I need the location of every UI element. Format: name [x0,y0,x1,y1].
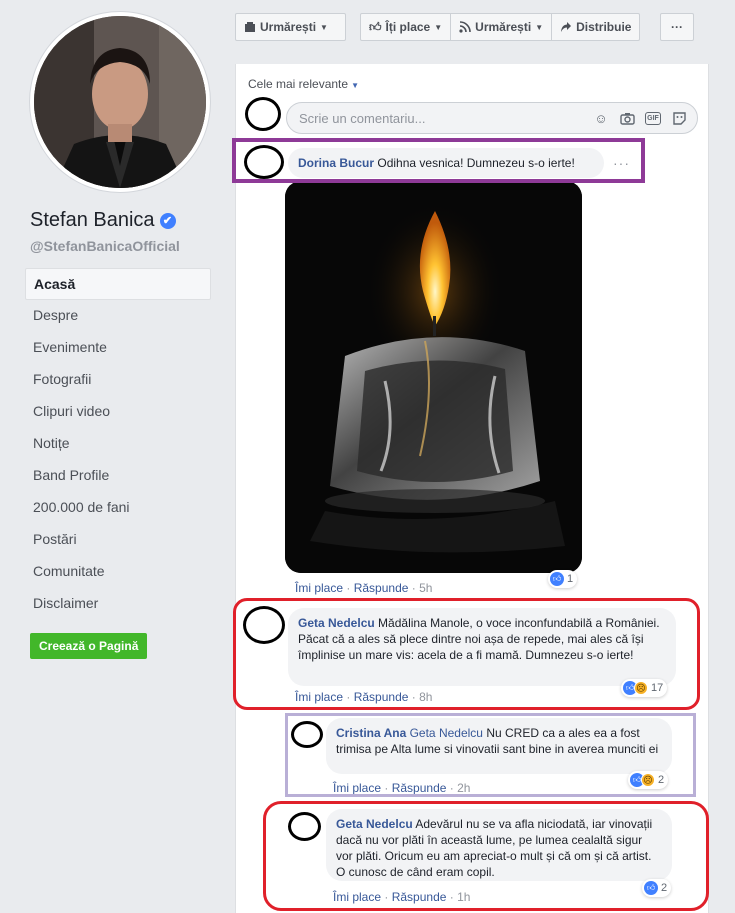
follow-feed-button[interactable]: Urmărești ▼ [451,14,553,40]
sidebar-item-clipuri-video[interactable]: Clipuri video [25,396,211,428]
sidebar-item-disclaimer[interactable]: Disclaimer [25,588,211,620]
chevron-down-icon: ▼ [535,22,544,32]
page-handle[interactable]: @StefanBanicaOfficial [30,238,180,254]
comment-sort-dropdown[interactable]: Cele mai relevante ▼ [248,77,359,91]
reaction-count[interactable]: 👍︎ 2 [642,879,672,897]
sidebar-item-notite[interactable]: Notițe [25,428,211,460]
comment-actions: Îmi place · Răspunde · 1h [333,890,471,904]
camera-icon[interactable] [619,110,635,126]
rss-icon [459,21,471,33]
verified-badge-icon: ✔ [159,212,176,229]
page-name[interactable]: Stefan Banica [30,209,155,232]
commenter-avatar[interactable] [291,721,323,748]
sidebar-nav: Acasă Despre Evenimente Fotografii Clipu… [25,268,211,620]
comment-actions: Îmi place · Răspunde · 5h [295,581,433,595]
follow-button[interactable]: Urmărești ▼ [235,13,346,41]
sidebar-item-fotografii[interactable]: Fotografii [25,364,211,396]
comment-text: Odihna vesnica! Dumnezeu s-o ierte! [377,156,575,170]
reaction-number: 2 [661,882,668,894]
like-page-button[interactable]: 👍︎ Îți place ▼ [361,14,452,40]
reaction-number: 2 [658,774,665,786]
sidebar-item-band-profile[interactable]: Band Profile [25,460,211,492]
reaction-number: 1 [567,573,574,585]
comment-placeholder: Scrie un comentariu... [299,110,426,126]
like-comment-link[interactable]: Îmi place [333,890,381,904]
comment-author[interactable]: Geta Nedelcu [298,616,375,630]
like-reaction-icon: 👍︎ [644,881,658,895]
comment-author[interactable]: Cristina Ana [336,726,406,740]
reaction-number: 17 [651,682,664,694]
chevron-down-icon: ▼ [351,81,359,90]
comment-bubble: Dorina Bucur Odihna vesnica! Dumnezeu s-… [288,148,604,178]
sidebar-item-evenimente[interactable]: Evenimente [25,332,211,364]
gif-icon[interactable]: GIF [645,110,661,126]
reaction-count[interactable]: 👍︎ ☹ 2 [628,771,669,789]
follow-icon [245,22,255,32]
share-label: Distribuie [576,20,632,34]
like-label: Îți place [385,20,431,34]
sidebar-item-acasa[interactable]: Acasă [25,268,211,300]
commenter-avatar[interactable] [244,145,284,179]
reply-link[interactable]: Răspunde [392,781,447,795]
like-comment-link[interactable]: Îmi place [295,690,343,704]
chevron-down-icon: ▼ [320,22,328,32]
comment-timestamp[interactable]: 5h [419,581,432,595]
reaction-count[interactable]: 👍︎ 1 [548,570,578,588]
sidebar-item-fani[interactable]: 200.000 de fani [25,492,211,524]
emoji-icon[interactable]: ☺ [593,110,609,126]
profile-picture[interactable] [30,12,210,192]
comment-image-candle[interactable] [285,181,582,573]
commenter-avatar[interactable] [243,606,285,644]
current-user-avatar[interactable] [245,97,281,131]
comment-input[interactable]: Scrie un comentariu... ☺ GIF [286,102,698,134]
sidebar-item-postari[interactable]: Postări [25,524,211,556]
reply-link[interactable]: Răspunde [354,581,409,595]
sad-reaction-icon: ☹ [634,681,648,695]
sticker-icon[interactable] [671,110,687,126]
thumbs-up-icon: 👍︎ [369,19,382,34]
page-title[interactable]: Stefan Banica ✔ [30,209,176,232]
follow-feed-label: Urmărești [475,20,532,34]
left-column: Stefan Banica ✔ @StefanBanicaOfficial Ac… [0,0,222,913]
create-page-button[interactable]: Creează o Pagină [30,633,148,659]
comment-timestamp[interactable]: 2h [457,781,470,795]
reply-bubble: Cristina Ana Geta Nedelcu Nu CRED ca a a… [326,718,672,774]
avatar [34,16,206,188]
comment-options-icon[interactable]: ··· [613,155,630,171]
reply-bubble: Geta Nedelcu Adevărul nu se va afla nici… [326,809,672,881]
comment-timestamp[interactable]: 8h [419,690,432,704]
like-comment-link[interactable]: Îmi place [333,781,381,795]
share-button[interactable]: Distribuie [552,14,639,40]
commenter-avatar[interactable] [288,812,321,841]
reaction-count[interactable]: 👍︎ ☹ 17 [621,679,668,697]
more-icon: ··· [671,20,683,34]
comment-actions: Îmi place · Răspunde · 2h [333,781,471,795]
share-arrow-icon [561,22,572,32]
comment-bubble: Geta Nedelcu Mădălina Manole, o voce inc… [288,608,676,686]
comment-actions: Îmi place · Răspunde · 8h [295,690,433,704]
action-button-group: 👍︎ Îți place ▼ Urmărești ▼ Distribuie [360,13,641,41]
like-comment-link[interactable]: Îmi place [295,581,343,595]
comment-author[interactable]: Geta Nedelcu [336,817,413,831]
comment-author[interactable]: Dorina Bucur [298,156,374,170]
sort-label: Cele mai relevante [248,77,349,91]
more-options-button[interactable]: ··· [660,13,694,41]
sidebar-item-comunitate[interactable]: Comunitate [25,556,211,588]
follow-label: Urmărești [260,20,317,34]
sad-reaction-icon: ☹ [641,773,655,787]
reply-link[interactable]: Răspunde [392,890,447,904]
comment-input-tools: ☺ GIF [593,110,687,126]
page-action-bar: Urmărești ▼ 👍︎ Îți place ▼ Urmărești ▼ D… [222,0,735,50]
reply-link[interactable]: Răspunde [354,690,409,704]
sidebar-item-despre[interactable]: Despre [25,300,211,332]
mention-link[interactable]: Geta Nedelcu [410,726,483,740]
comment-timestamp[interactable]: 1h [457,890,470,904]
like-reaction-icon: 👍︎ [550,572,564,586]
chevron-down-icon: ▼ [434,22,443,32]
